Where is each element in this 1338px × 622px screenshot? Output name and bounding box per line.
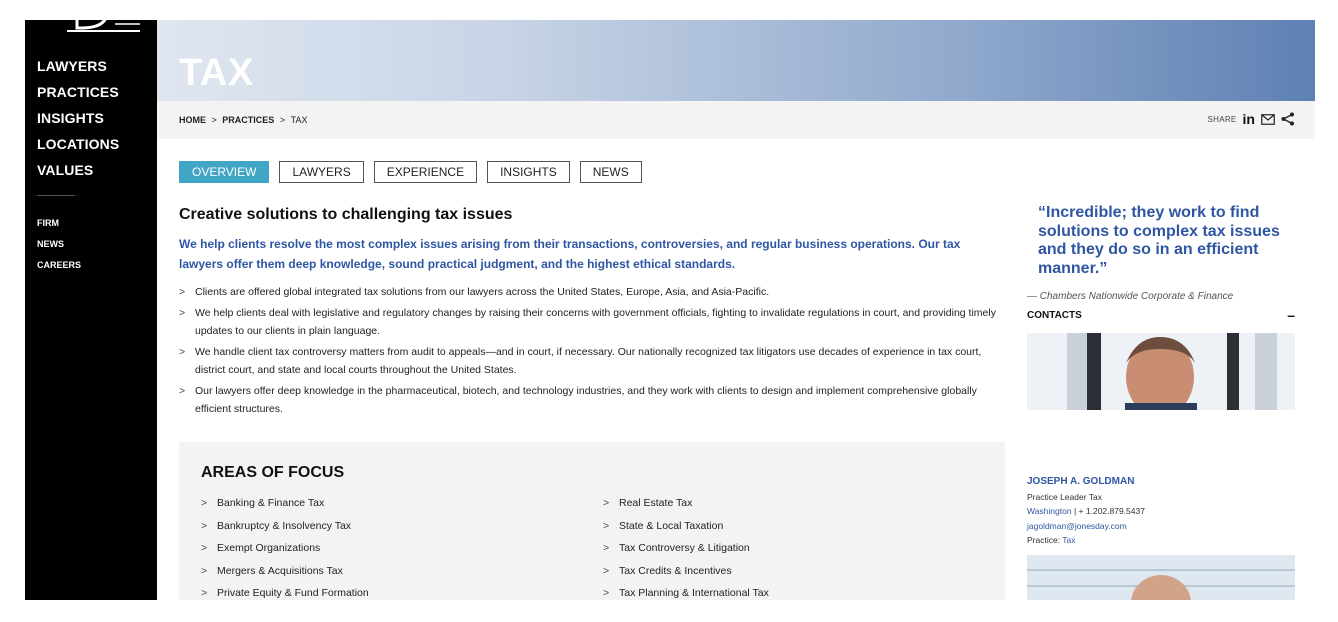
- tab-overview[interactable]: OVERVIEW: [179, 161, 270, 183]
- share-icon[interactable]: [1281, 112, 1295, 126]
- lead-paragraph: We help clients resolve the most complex…: [179, 237, 961, 271]
- contact-photo[interactable]: [1027, 333, 1295, 410]
- nav-item-practices[interactable]: PRACTICES: [37, 79, 119, 105]
- list-item: Clients are offered global integrated ta…: [179, 283, 1007, 302]
- nav-item-news[interactable]: NEWS: [37, 234, 81, 255]
- focus-list-right: Real Estate Tax State & Local Taxation T…: [603, 492, 769, 600]
- linkedin-icon[interactable]: in: [1243, 111, 1255, 127]
- breadcrumb-separator: >: [211, 115, 217, 125]
- focus-link[interactable]: State & Local Taxation: [603, 515, 769, 538]
- focus-link[interactable]: Mergers & Acquisitions Tax: [201, 560, 369, 583]
- contact-title: Practice Leader Tax: [1027, 491, 1102, 502]
- breadcrumb: HOME > PRACTICES > TAX: [179, 115, 310, 125]
- nav-item-insights[interactable]: INSIGHTS: [37, 105, 119, 131]
- page-title: TAX: [179, 52, 254, 94]
- contacts-label: CONTACTS: [1027, 310, 1082, 321]
- contact-card: JOSEPH A. GOLDMAN Practice Leader Tax Wa…: [1027, 475, 1145, 548]
- contact-office[interactable]: Washington: [1027, 506, 1072, 516]
- focus-heading: AREAS OF FOCUS: [201, 464, 345, 481]
- contact-photo[interactable]: [1027, 555, 1295, 600]
- share-bar: SHARE in: [1207, 111, 1295, 127]
- nav-item-locations[interactable]: LOCATIONS: [37, 131, 119, 157]
- focus-list-left: Banking & Finance Tax Bankruptcy & Insol…: [201, 492, 369, 600]
- collapse-icon[interactable]: –: [1287, 307, 1295, 323]
- page: LAWYERS PRACTICES INSIGHTS LOCATIONS VAL…: [25, 20, 1315, 600]
- contact-email[interactable]: jagoldman@jonesday.com: [1027, 519, 1145, 534]
- focus-link[interactable]: Tax Credits & Incentives: [603, 560, 769, 583]
- quote-source: — Chambers Nationwide Corporate & Financ…: [1027, 291, 1234, 302]
- list-item: We help clients deal with legislative an…: [179, 304, 1007, 341]
- breadcrumb-home[interactable]: HOME: [179, 115, 206, 125]
- contact-phone[interactable]: + 1.202.879.5437: [1079, 506, 1145, 516]
- secondary-nav: FIRM NEWS CAREERS: [37, 213, 81, 276]
- breadcrumb-practices[interactable]: PRACTICES: [222, 115, 274, 125]
- overview-content: Creative solutions to challenging tax is…: [179, 206, 1007, 421]
- focus-link[interactable]: Bankruptcy & Insolvency Tax: [201, 515, 369, 538]
- email-icon[interactable]: [1261, 113, 1275, 125]
- contact-practice[interactable]: Tax: [1062, 535, 1075, 545]
- firm-logo[interactable]: [45, 20, 140, 34]
- nav-item-values[interactable]: VALUES: [37, 157, 119, 183]
- breadcrumb-separator: >: [279, 115, 286, 125]
- list-item: We handle client tax controversy matters…: [179, 343, 1007, 380]
- nav-item-firm[interactable]: FIRM: [37, 213, 81, 234]
- list-item: Our lawyers offer deep knowledge in the …: [179, 382, 1007, 419]
- nav-item-careers[interactable]: CAREERS: [37, 255, 81, 276]
- tab-insights[interactable]: INSIGHTS: [487, 161, 570, 183]
- focus-link[interactable]: Private Equity & Fund Formation: [201, 582, 369, 600]
- overview-bullets: Clients are offered global integrated ta…: [179, 283, 1007, 419]
- nav-item-lawyers[interactable]: LAWYERS: [37, 53, 119, 79]
- areas-of-focus: AREAS OF FOCUS Banking & Finance Tax Ban…: [179, 442, 1005, 600]
- tab-news[interactable]: NEWS: [579, 161, 642, 183]
- section-tabs: OVERVIEW LAWYERS EXPERIENCE INSIGHTS NEW…: [179, 161, 642, 183]
- focus-link[interactable]: Tax Planning & International Tax: [603, 582, 769, 600]
- focus-link[interactable]: Exempt Organizations: [201, 537, 369, 560]
- breadcrumb-bar: HOME > PRACTICES > TAX SHARE in: [157, 101, 1315, 139]
- tab-lawyers[interactable]: LAWYERS: [279, 161, 364, 183]
- tab-experience[interactable]: EXPERIENCE: [373, 161, 478, 183]
- page-banner: TAX: [157, 20, 1315, 101]
- focus-link[interactable]: Banking & Finance Tax: [201, 492, 369, 515]
- contact-practice-label: Practice:: [1027, 535, 1061, 545]
- focus-link[interactable]: Real Estate Tax: [603, 492, 769, 515]
- contact-name[interactable]: JOSEPH A. GOLDMAN: [1027, 475, 1145, 490]
- breadcrumb-current: TAX: [290, 115, 308, 125]
- sidebar: LAWYERS PRACTICES INSIGHTS LOCATIONS VAL…: [25, 20, 157, 600]
- section-heading: Creative solutions to challenging tax is…: [179, 206, 513, 223]
- contacts-heading: CONTACTS –: [1027, 307, 1295, 323]
- share-label: SHARE: [1207, 114, 1237, 124]
- client-quote: “Incredible; they work to find solutions…: [1038, 204, 1280, 277]
- primary-nav: LAWYERS PRACTICES INSIGHTS LOCATIONS VAL…: [37, 53, 119, 183]
- focus-link[interactable]: Tax Controversy & Litigation: [603, 537, 769, 560]
- contact-divider: |: [1073, 506, 1077, 516]
- nav-divider: [37, 195, 75, 196]
